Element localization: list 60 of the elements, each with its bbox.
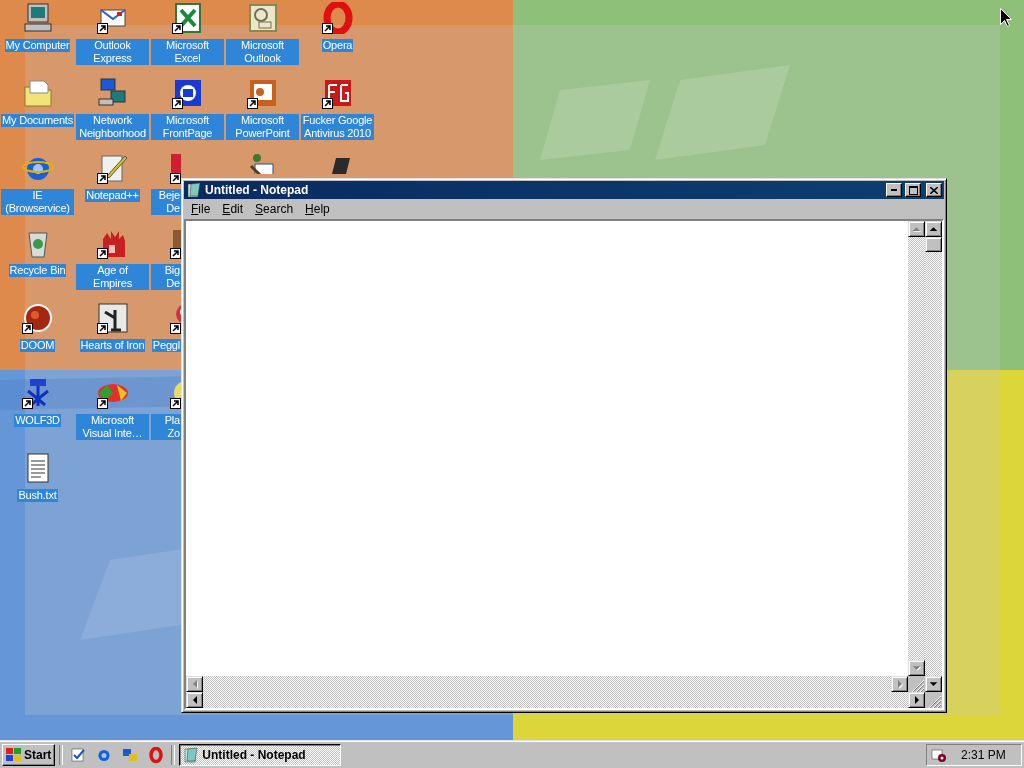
desktop-icon-label[interactable]: Age of Empires [76,264,149,290]
scroll-left-button[interactable] [186,692,203,708]
desktop-icon-label[interactable]: WOLF3D [14,414,61,427]
desktop-icon-label[interactable]: Network Neighborhood [76,114,149,140]
disc-icon [21,302,54,334]
windows-logo-icon [6,747,22,762]
desktop-icon-label[interactable]: Hearts of Iron [79,339,146,352]
folder-icon [21,77,54,109]
desktop-icon-label[interactable]: Microsoft Excel [151,39,224,65]
ring-icon [148,746,165,763]
scheduler-icon [931,746,947,763]
window-title: Untitled - Notepad [205,183,310,197]
notepad-icon [70,746,87,763]
desktop-icon-label[interactable]: IE (Browservice) [1,189,74,215]
minimize-icon [891,189,897,191]
clock: 2:31 PM [961,747,1006,762]
network-icon [96,77,129,109]
desktop-icon-label[interactable]: Big De [151,264,181,290]
desktop-icon-label[interactable]: Peggl [151,339,181,352]
menu-item[interactable]: Help [299,201,336,216]
notepad-icon [186,182,202,198]
scroll-right-button[interactable] [908,692,925,708]
desktop-icon-label[interactable]: Bush.txt [17,489,58,502]
network-icon [122,746,139,763]
scroll-thumb[interactable] [925,237,942,252]
scrollbar[interactable] [186,692,925,708]
desktop-icon-label[interactable]: Fucker Google Antivirus 2010 [301,114,374,140]
clock-tile-icon [246,2,279,34]
ring-icon [321,2,354,34]
close-icon [930,186,938,194]
close-button[interactable] [926,183,942,197]
desktop-icon-label[interactable]: My Computer [4,39,71,52]
menu-item[interactable]: Edit [216,201,250,216]
start-button[interactable]: Start [2,743,56,766]
desktop-icon-label[interactable]: Microsoft FrontPage [151,114,224,140]
minimize-button[interactable] [886,183,902,197]
cursor-icon [1000,8,1012,27]
maximize-icon [908,185,918,195]
desktop-icon-label[interactable]: Microsoft Outlook [226,39,299,65]
menu-item[interactable]: File [185,201,217,216]
desktop-icon-label[interactable]: Microsoft Visual Inte… [76,414,149,440]
scroll-up-button[interactable] [925,221,942,237]
desktop-icon-label[interactable]: Pla Zo [151,414,181,440]
computer-icon [21,2,54,34]
desktop-icon-label[interactable]: Outlook Express [76,39,149,65]
scroll-down-button[interactable] [925,676,942,692]
desktop-icon-label[interactable]: Notepad++ [85,189,140,202]
task-label: Untitled - Notepad [202,747,306,762]
desktop-icon-label[interactable]: My Documents [1,114,74,127]
menu-item[interactable]: Search [249,201,300,216]
desktop-icon-label[interactable]: DOOM [19,339,56,352]
maximize-button[interactable] [905,183,921,197]
taskbar-button[interactable]: Untitled - Notepad [179,743,342,766]
scrollbar[interactable] [925,221,942,692]
desktop-icon-label[interactable]: Microsoft PowerPoint [226,114,299,140]
desktop-icon-label[interactable]: Opera [321,39,354,52]
notepad-icon [183,746,200,763]
desktop-icon-label[interactable]: Beje De [151,189,181,215]
desktop-icon-label[interactable]: Recycle Bin [8,264,67,277]
photo-tile-icon [96,302,129,334]
